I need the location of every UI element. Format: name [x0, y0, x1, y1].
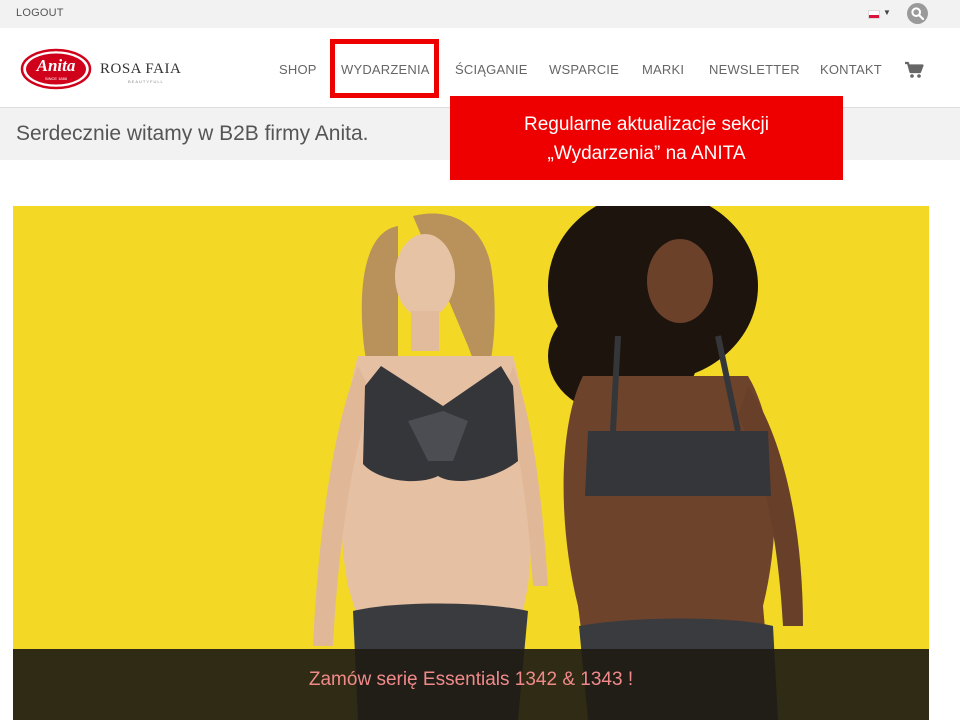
- hero-banner[interactable]: Zamów serię Essentials 1342 & 1343 !: [13, 206, 929, 720]
- flag-pl-icon[interactable]: [868, 10, 880, 19]
- nav-shop[interactable]: SHOP: [279, 62, 317, 77]
- callout-line-1: Regularne aktualizacje sekcji: [523, 114, 769, 135]
- language-dropdown-caret-icon[interactable]: ▼: [883, 8, 891, 17]
- nav-newsletter[interactable]: NEWSLETTER: [709, 62, 800, 77]
- rosa-faia-logo[interactable]: ROSA FAIA: [100, 61, 181, 78]
- callout-line-2: „Wydarzenia” na ANITA: [547, 143, 746, 164]
- hero-caption-bar: Zamów serię Essentials 1342 & 1343 !: [13, 649, 929, 720]
- welcome-text: Serdecznie witamy w B2B firmy Anita.: [16, 122, 369, 145]
- top-utility-bar: LOGOUT ▼: [0, 0, 960, 28]
- rosa-faia-tagline: BEAUTYFULL: [128, 79, 164, 84]
- hero-caption-text[interactable]: Zamów serię Essentials 1342 & 1343 !: [13, 669, 929, 691]
- nav-kontakt[interactable]: KONTAKT: [820, 62, 882, 77]
- anita-logo[interactable]: Anita SINCE 1886: [20, 48, 92, 90]
- cart-icon[interactable]: [904, 61, 924, 84]
- annotation-callout: Regularne aktualizacje sekcji „Wydarzeni…: [450, 96, 843, 180]
- svg-text:Anita: Anita: [36, 56, 76, 75]
- nav-wsparcie[interactable]: WSPARCIE: [549, 62, 619, 77]
- logout-link[interactable]: LOGOUT: [16, 7, 64, 19]
- nav-marki[interactable]: MARKI: [642, 62, 684, 77]
- hero-models-image: [313, 206, 803, 720]
- nav-sciaganie[interactable]: ŚCIĄGANIE: [455, 62, 528, 77]
- nav-highlight-box: [330, 39, 439, 98]
- svg-text:SINCE 1886: SINCE 1886: [45, 76, 68, 81]
- search-icon[interactable]: [907, 3, 928, 24]
